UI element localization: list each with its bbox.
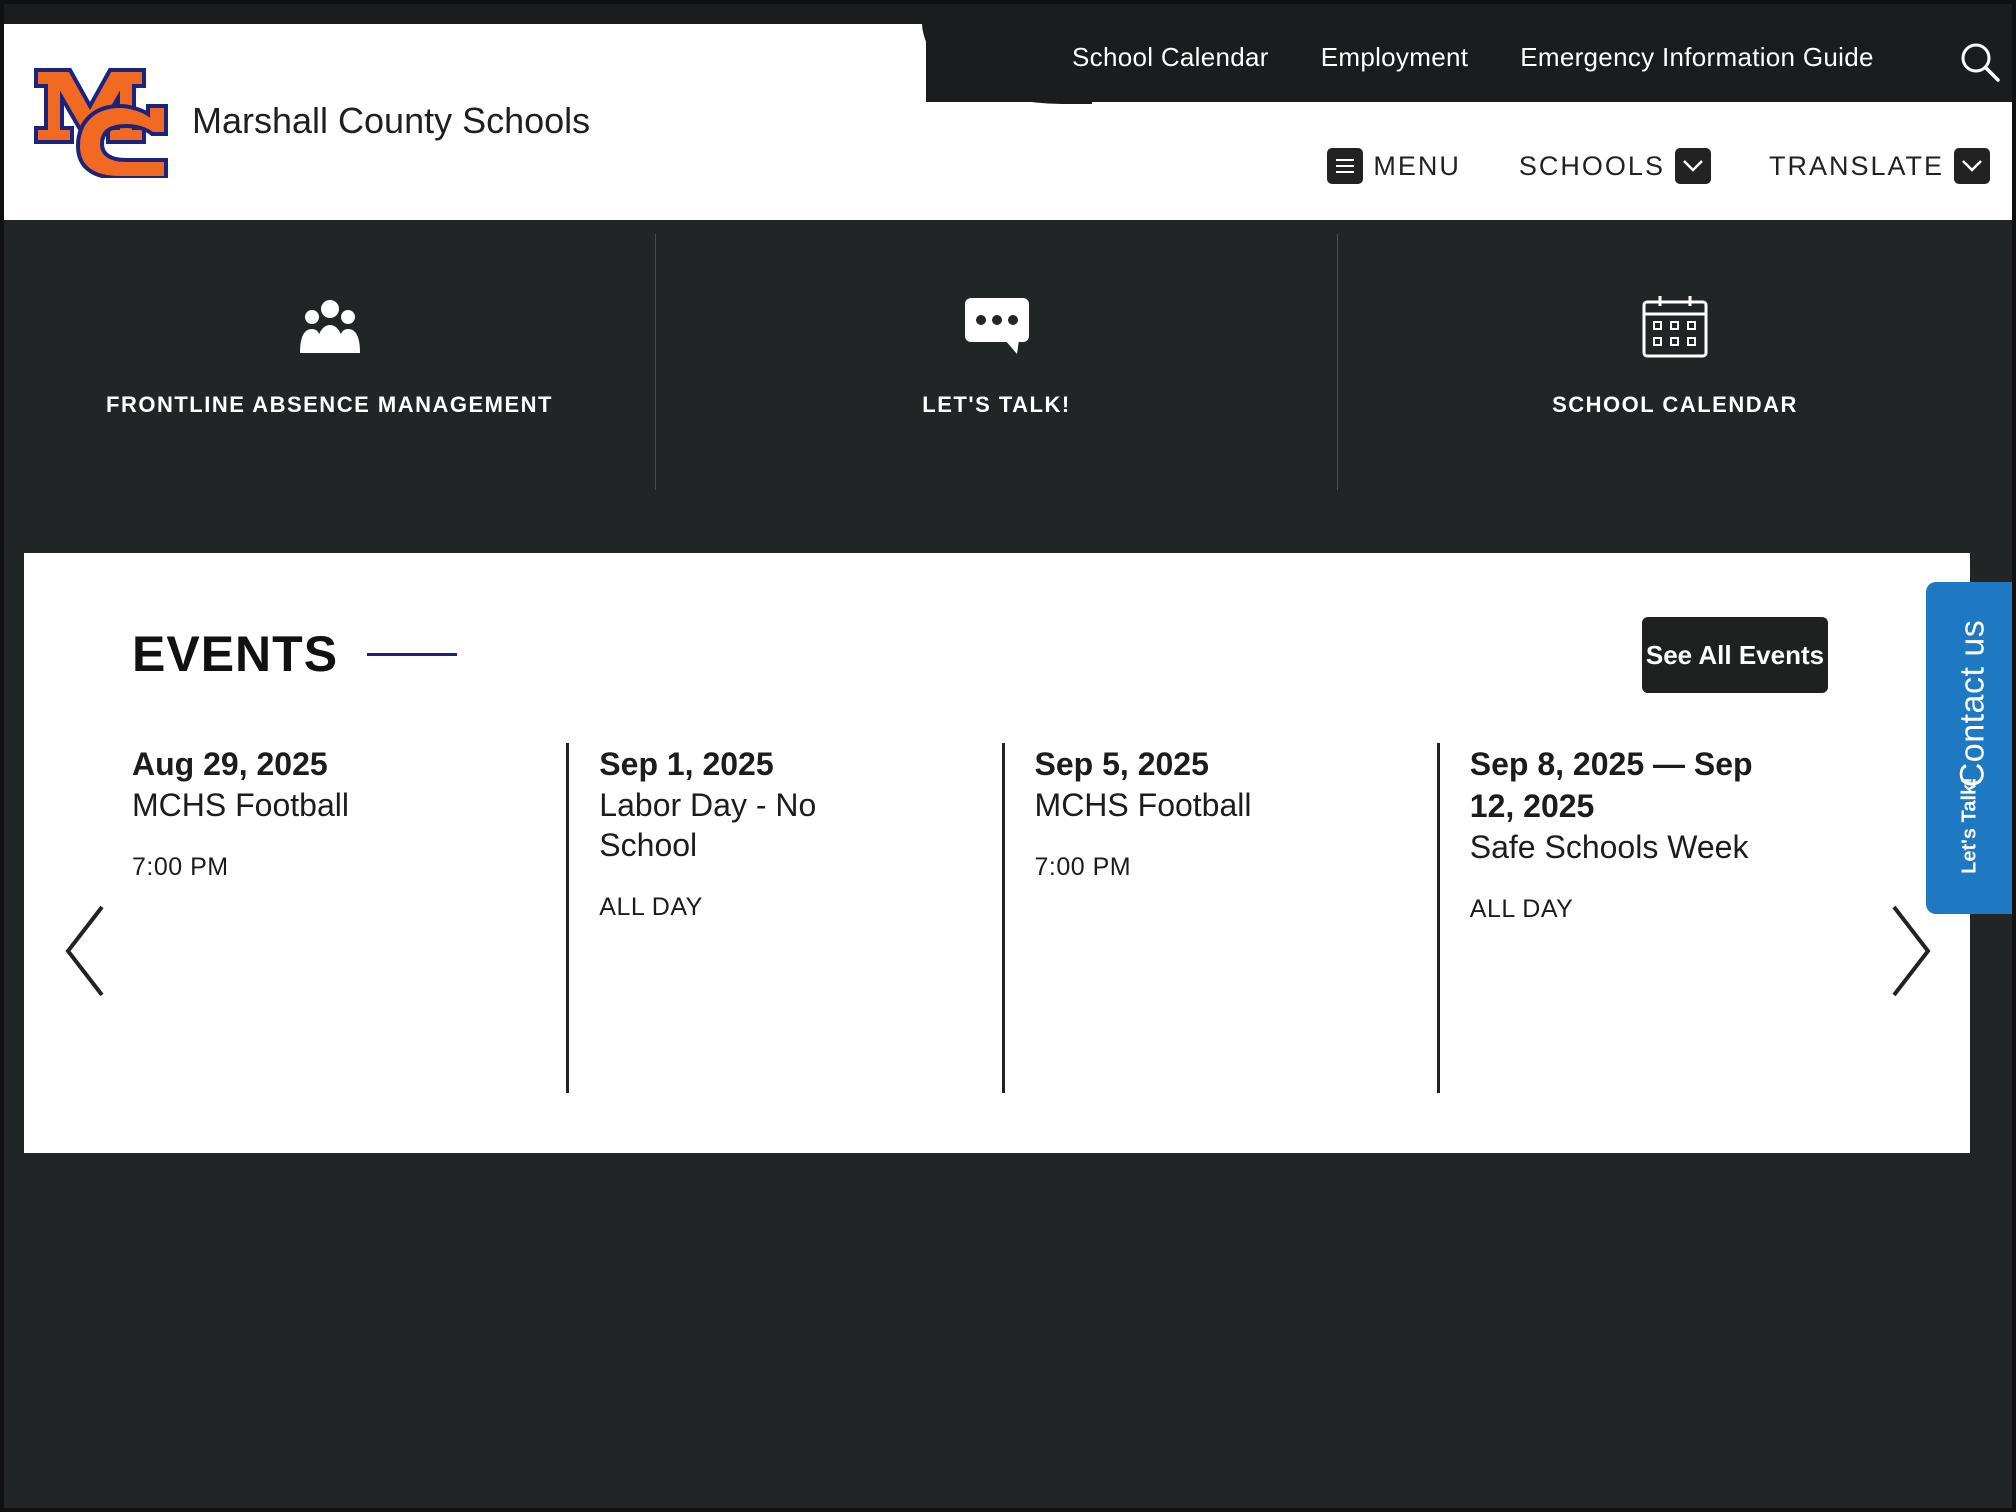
event-time: 7:00 PM [132,853,229,881]
calendar-icon [1639,294,1711,358]
chevron-down-icon [1954,148,1990,184]
utility-link-emergency-guide[interactable]: Emergency Information Guide [1520,42,1874,73]
event-item[interactable]: Sep 1, 2025 Labor Day - No School ALL DA… [566,743,1001,1093]
contact-us-tab[interactable]: Contact us Let's Talk! [1926,582,2016,914]
translate-dropdown[interactable]: TRANSLATE [1769,148,1990,184]
events-heading: EVENTS [132,626,339,682]
event-date: Sep 8, 2025 — Sep 12, 2025 [1469,746,1753,824]
event-time: 7:00 PM [1034,853,1132,881]
event-title: MCHS Football [132,787,349,823]
main-nav: MENU SCHOOLS TRANSLATE [1327,148,1990,184]
event-title: Safe Schools Week [1469,829,1749,865]
district-logo[interactable]: MC [30,58,170,178]
people-group-icon [294,294,366,358]
event-date: Sep 1, 2025 [599,746,774,782]
search-icon[interactable] [1958,40,2002,84]
event-date: Aug 29, 2025 [132,746,328,782]
utility-link-school-calendar[interactable]: School Calendar [1072,42,1269,73]
chat-bubble-icon [961,294,1033,358]
schools-dropdown[interactable]: SCHOOLS [1519,148,1711,184]
event-item[interactable]: Sep 8, 2025 — Sep 12, 2025 Safe Schools … [1436,743,1872,1093]
event-title: Labor Day - No School [599,787,817,863]
events-section: EVENTS See All Events Aug 29, 2025 MCHS … [24,553,1970,1153]
site-name[interactable]: Marshall County Schools [192,100,590,142]
event-item[interactable]: Sep 5, 2025 MCHS Football 7:00 PM [1001,743,1437,1093]
lets-talk-label: Let's Talk! [1958,777,1981,874]
see-all-events-button[interactable]: See All Events [1642,617,1828,693]
quick-link-label: FRONTLINE ABSENCE MANAGEMENT [106,392,553,417]
quick-link-school-calendar[interactable]: SCHOOL CALENDAR [1338,234,2012,490]
events-list: Aug 29, 2025 MCHS Football 7:00 PM Sep 1… [132,743,1872,1093]
heading-underline [367,653,457,656]
utility-nav: School Calendar Employment Emergency Inf… [1072,42,1874,73]
quick-link-label: SCHOOL CALENDAR [1552,392,1798,417]
quick-links: FRONTLINE ABSENCE MANAGEMENT LET'S TALK! [4,234,2012,490]
event-item[interactable]: Aug 29, 2025 MCHS Football 7:00 PM [132,743,566,1093]
chevron-left-icon[interactable] [60,903,110,999]
menu-button[interactable]: MENU [1327,148,1461,184]
event-time: ALL DAY [599,893,703,921]
event-date: Sep 5, 2025 [1034,746,1209,782]
quick-link-frontline[interactable]: FRONTLINE ABSENCE MANAGEMENT [4,234,656,490]
chevron-right-icon[interactable] [1886,903,1936,999]
hamburger-icon [1327,148,1364,184]
chevron-down-icon [1674,148,1711,184]
quick-link-label: LET'S TALK! [922,392,1071,417]
event-title: MCHS Football [1034,787,1252,823]
site-header: School Calendar Employment Emergency Inf… [4,4,2012,220]
translate-label: TRANSLATE [1768,150,1944,181]
event-time: ALL DAY [1469,895,1574,923]
menu-label: MENU [1373,150,1461,181]
schools-label: SCHOOLS [1518,150,1665,181]
utility-link-employment[interactable]: Employment [1321,42,1469,73]
quick-link-lets-talk[interactable]: LET'S TALK! [656,234,1338,490]
